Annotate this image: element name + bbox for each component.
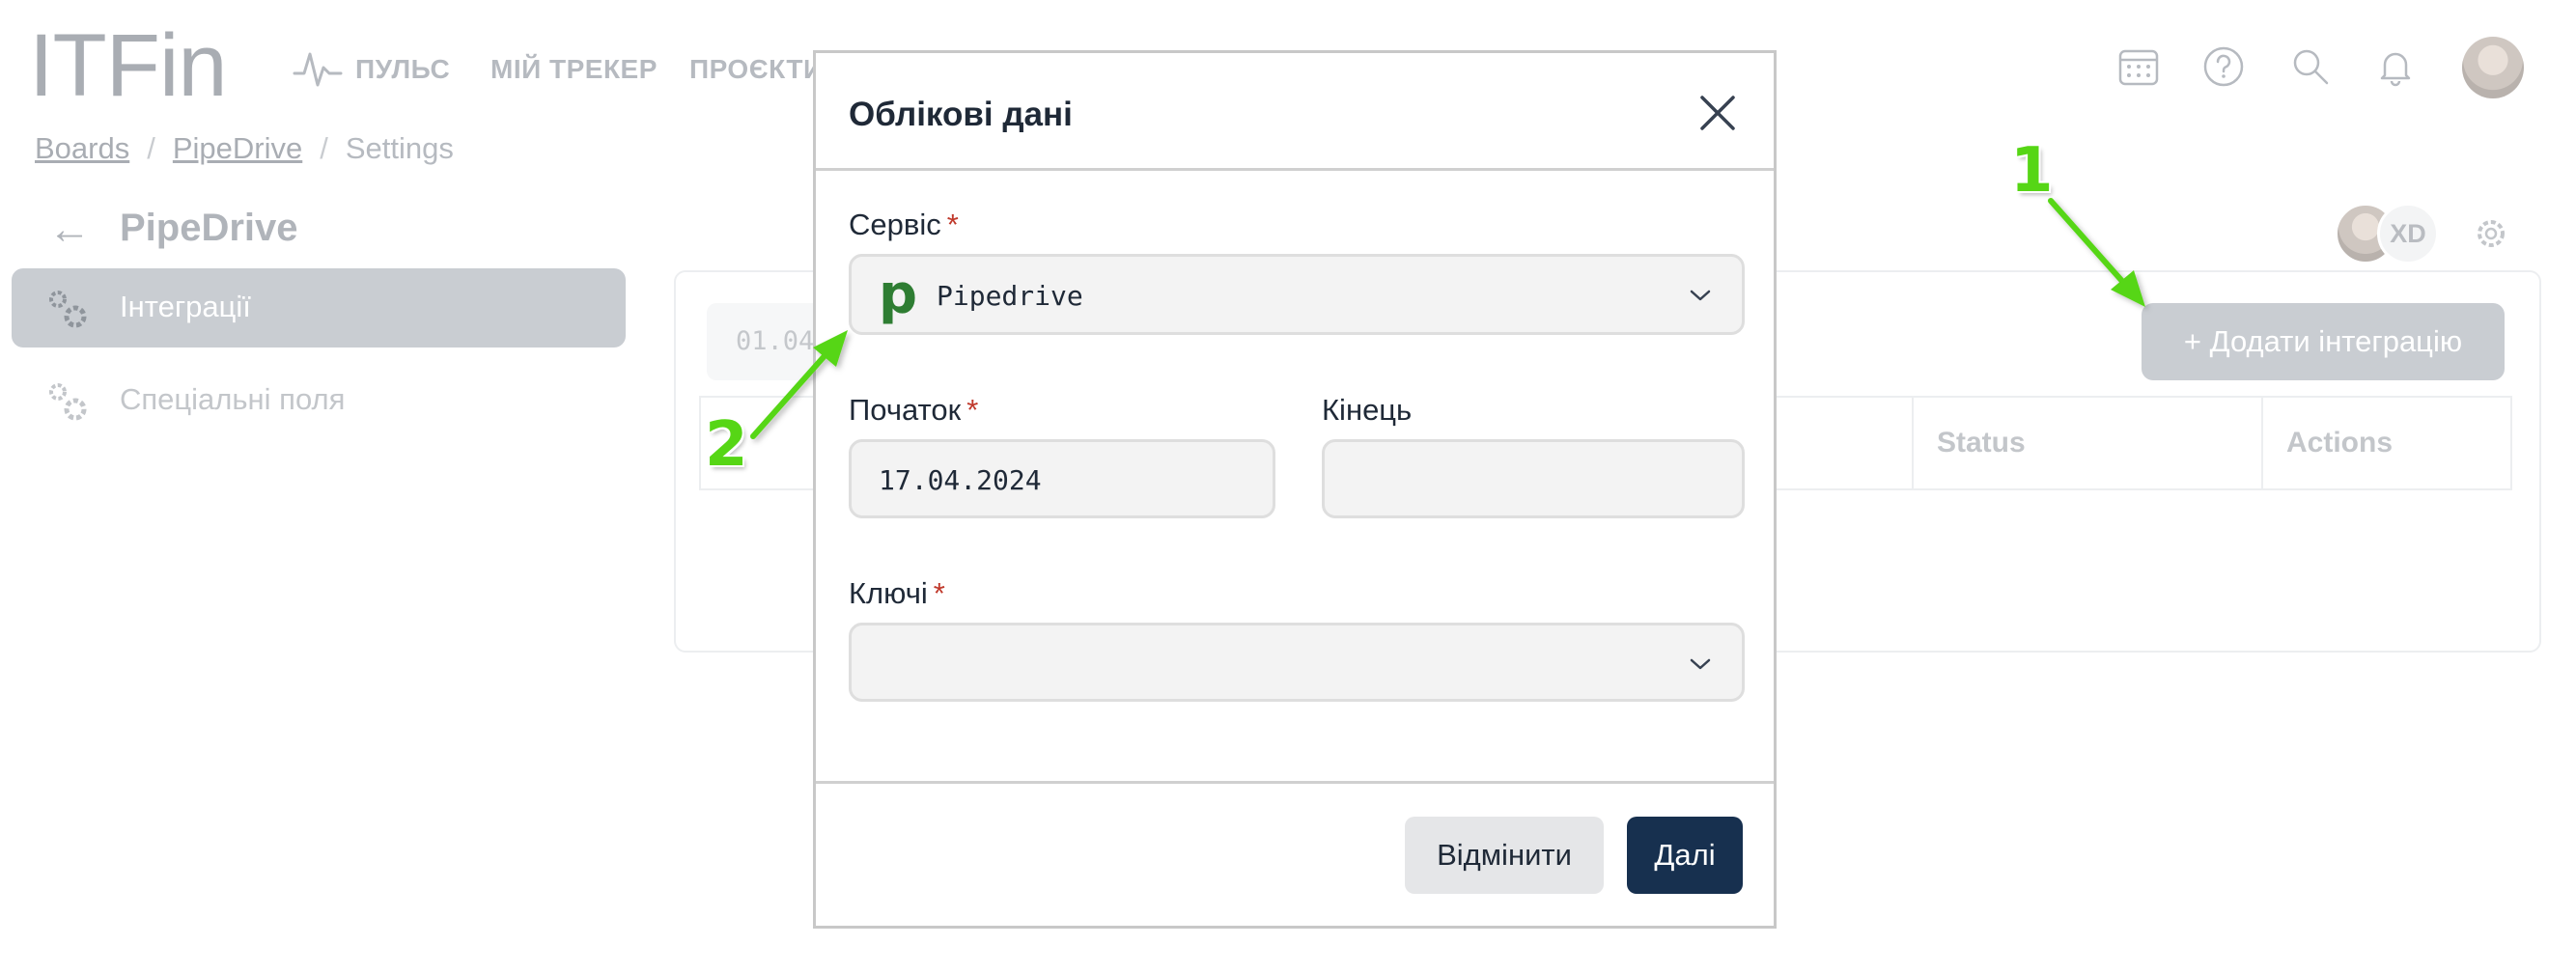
credentials-dialog: Облікові дані Сервіс * p Pipedrive Почато… <box>813 50 1777 929</box>
breadcrumb-boards[interactable]: Boards <box>35 131 129 165</box>
search-icon[interactable] <box>2288 44 2333 89</box>
breadcrumb-separator: / <box>320 131 328 165</box>
user-avatar[interactable] <box>2462 37 2524 98</box>
start-label-text: Початок <box>849 393 962 427</box>
keys-select[interactable] <box>849 623 1745 702</box>
required-mark: * <box>946 208 959 241</box>
close-icon[interactable] <box>1696 92 1739 134</box>
next-button[interactable]: Далі <box>1627 817 1743 894</box>
dialog-footer: Відмінити Далі <box>816 781 1774 926</box>
start-date-field[interactable]: 17.04.2024 <box>849 439 1275 518</box>
required-mark: * <box>966 393 979 427</box>
app-logo[interactable]: ITFin <box>29 21 228 110</box>
sidebar-item-label: Інтеграції <box>120 290 251 323</box>
participants[interactable]: XD <box>2335 203 2441 264</box>
cancel-button[interactable]: Відмінити <box>1405 817 1604 894</box>
nav-projects[interactable]: ПРОЄКТИ <box>689 54 824 85</box>
end-date-field[interactable] <box>1322 439 1745 518</box>
arrow-left-icon[interactable]: ← <box>48 208 91 251</box>
pipedrive-logo: p <box>879 264 918 326</box>
keys-label: Ключі * <box>849 576 945 611</box>
start-date-value: 17.04.2024 <box>879 464 1042 496</box>
dialog-title: Облікові дані <box>849 96 1073 133</box>
dialog-header: Облікові дані <box>816 53 1774 171</box>
gears-icon <box>49 383 87 421</box>
column-actions[interactable]: Actions <box>2261 398 2512 488</box>
sidebar-item-custom-fields[interactable]: Спеціальні поля <box>12 361 626 438</box>
sidebar-item-label: Спеціальні поля <box>120 382 346 416</box>
annotation-number-1: 1 <box>2010 135 2054 207</box>
service-value: Pipedrive <box>937 280 1083 312</box>
gears-icon <box>49 291 87 328</box>
annotation-number-2: 2 <box>705 409 748 481</box>
sidebar-item-integrations[interactable]: Інтеграції <box>12 268 626 348</box>
service-select[interactable]: p Pipedrive <box>849 254 1745 335</box>
breadcrumb-settings: Settings <box>345 131 454 165</box>
service-label: Сервіс * <box>849 208 959 242</box>
page-title: PipeDrive <box>120 207 298 249</box>
nav-pulse[interactable]: ПУЛЬС <box>355 54 450 85</box>
calendar-icon[interactable] <box>2116 44 2161 89</box>
pulse-icon <box>293 52 343 87</box>
bell-icon[interactable] <box>2373 44 2418 89</box>
chevron-down-icon <box>1690 658 1711 670</box>
end-label: Кінець <box>1322 393 1413 427</box>
gear-icon[interactable] <box>2472 214 2510 253</box>
nav-my-tracker[interactable]: МІЙ ТРЕКЕР <box>490 54 658 85</box>
chevron-down-icon <box>1690 290 1711 301</box>
breadcrumb-pipedrive[interactable]: PipeDrive <box>173 131 302 165</box>
help-icon[interactable] <box>2201 44 2246 89</box>
required-mark: * <box>933 576 945 610</box>
column-status[interactable]: Status <box>1912 398 2263 488</box>
keys-label-text: Ключі <box>849 576 928 610</box>
breadcrumb-separator: / <box>147 131 155 165</box>
participant-initials: XD <box>2377 203 2439 264</box>
add-integration-button[interactable]: + Додати інтеграцію <box>2142 303 2505 380</box>
service-label-text: Сервіс <box>849 208 941 241</box>
start-label: Початок * <box>849 393 978 428</box>
breadcrumb: Boards / PipeDrive / Settings <box>35 131 454 166</box>
